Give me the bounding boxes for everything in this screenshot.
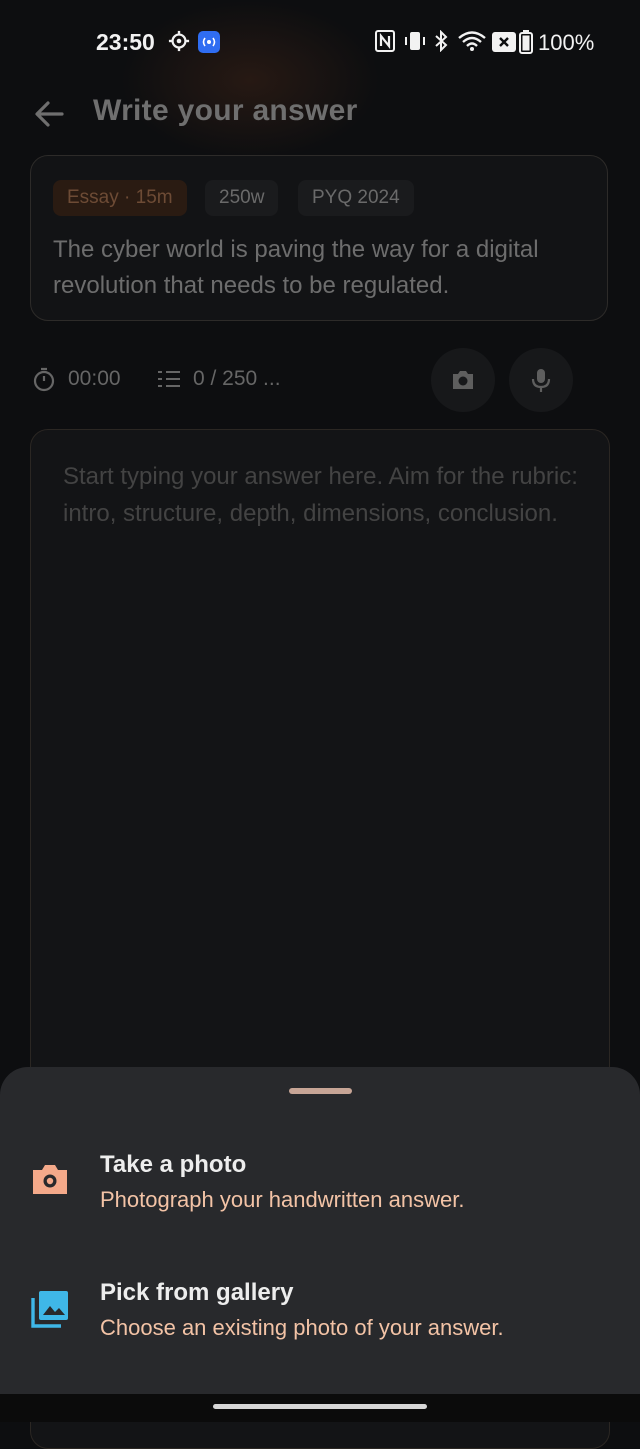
back-button[interactable] xyxy=(32,96,68,132)
question-text: The cyber world is paving the way for a … xyxy=(53,236,539,299)
sheet-drag-handle[interactable] xyxy=(289,1088,352,1094)
home-gesture-pill[interactable] xyxy=(213,1404,427,1409)
system-nav-bar xyxy=(0,1394,640,1422)
take-photo-title: Take a photo xyxy=(100,1151,247,1178)
camera-button[interactable] xyxy=(431,348,495,412)
app-bar: Write your answer xyxy=(0,88,640,136)
chip-word-limit: 250w xyxy=(205,180,279,216)
nfc-icon xyxy=(375,30,395,57)
timer-value: 00:00 xyxy=(68,367,121,390)
arrow-left-icon xyxy=(35,101,64,127)
microphone-icon xyxy=(531,369,551,392)
pick-gallery-title: Pick from gallery xyxy=(100,1279,294,1306)
pick-gallery-option[interactable]: Pick from gallery Choose an existing pho… xyxy=(0,1261,640,1371)
status-bar: 23:50 100% xyxy=(0,0,640,88)
word-count-value: 0 / 250 ... xyxy=(193,367,281,390)
microphone-button[interactable] xyxy=(509,348,573,412)
vibrate-icon xyxy=(403,30,427,57)
battery-icon xyxy=(519,30,533,59)
photo-source-sheet: Take a photo Photograph your handwritten… xyxy=(0,1067,640,1394)
status-time: 23:50 xyxy=(96,29,155,55)
question-card: Essay · 15m 250w PYQ 2024 The cyber worl… xyxy=(30,155,608,321)
settings-gear-icon xyxy=(168,30,190,57)
stopwatch-icon xyxy=(32,367,56,398)
take-photo-subtitle: Photograph your handwritten answer. xyxy=(100,1187,465,1212)
camera-icon xyxy=(453,371,473,389)
answer-meta-row: 00:00 0 / 250 ... xyxy=(0,346,640,412)
broadcast-icon xyxy=(198,31,220,58)
chip-pyq: PYQ 2024 xyxy=(298,180,414,216)
bluetooth-icon xyxy=(433,29,449,57)
no-sim-icon xyxy=(492,32,516,57)
answer-placeholder: Start typing your answer here. Aim for t… xyxy=(63,463,578,527)
camera-icon xyxy=(30,1161,70,1202)
take-photo-option[interactable]: Take a photo Photograph your handwritten… xyxy=(0,1133,640,1243)
gallery-icon xyxy=(30,1289,70,1334)
page-title: Write your answer xyxy=(93,94,358,127)
wifi-icon xyxy=(457,30,487,57)
word-count-icon xyxy=(157,368,181,395)
pick-gallery-subtitle: Choose an existing photo of your answer. xyxy=(100,1315,504,1340)
chip-essay: Essay · 15m xyxy=(53,180,187,216)
battery-percent: 100% xyxy=(538,30,595,55)
